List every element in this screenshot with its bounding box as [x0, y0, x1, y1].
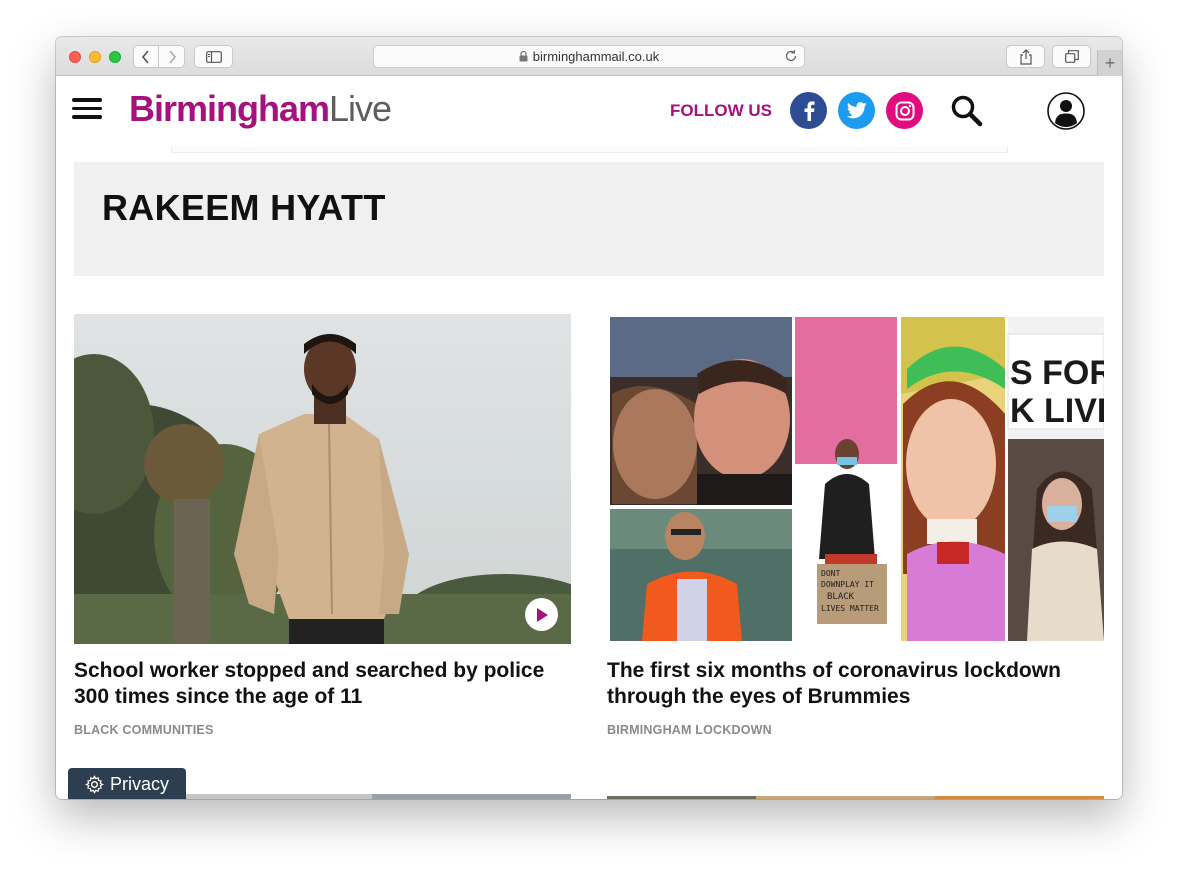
share-button[interactable] — [1006, 45, 1045, 68]
chevron-left-icon — [141, 49, 149, 64]
sign-text-line1: DONT — [821, 569, 840, 578]
privacy-settings-button[interactable]: Privacy — [68, 768, 186, 799]
zoom-window-button[interactable] — [109, 51, 121, 63]
site-logo[interactable]: BirminghamLive — [129, 88, 392, 130]
sign-text-line3: BLACK — [827, 592, 855, 602]
article-topic-tag[interactable]: BLACK COMMUNITIES — [74, 723, 571, 737]
advert-placeholder — [171, 146, 1008, 153]
twitter-icon — [846, 102, 867, 119]
sidebar-icon — [205, 50, 222, 63]
author-header: RAKEEM HYATT — [74, 162, 1104, 276]
site-header: BirminghamLive FOLLOW US — [56, 76, 1122, 146]
web-page: BirminghamLive FOLLOW US RAKEEM HYATT Sc… — [56, 76, 1122, 799]
search-button[interactable] — [950, 94, 984, 128]
tabs-icon — [1064, 50, 1079, 63]
show-tabs-button[interactable] — [1052, 45, 1091, 68]
article-photo-collage: DONT DOWNPLAY IT BLACK LIVES MATTER S FO… — [607, 314, 1104, 644]
account-button[interactable] — [1047, 92, 1085, 130]
facebook-button[interactable] — [790, 92, 827, 129]
play-icon — [536, 607, 548, 622]
author-name: RAKEEM HYATT — [102, 187, 386, 228]
lock-icon — [519, 51, 528, 62]
url-text: birminghammail.co.uk — [532, 49, 660, 64]
share-icon — [1019, 48, 1032, 65]
banner-text-line1: S FOR — [1010, 354, 1104, 392]
article-image[interactable]: DONT DOWNPLAY IT BLACK LIVES MATTER S FO… — [607, 314, 1104, 644]
menu-icon[interactable] — [72, 98, 102, 122]
chevron-right-icon — [168, 49, 176, 64]
next-article-image[interactable] — [607, 796, 1104, 799]
instagram-button[interactable] — [886, 92, 923, 129]
close-window-button[interactable] — [69, 51, 81, 63]
instagram-icon — [895, 101, 914, 120]
new-tab-button[interactable]: + — [1097, 50, 1122, 76]
privacy-label: Privacy — [109, 773, 169, 794]
user-icon — [1047, 92, 1085, 130]
play-video-button[interactable] — [525, 598, 558, 631]
article-card[interactable]: School worker stopped and searched by po… — [74, 314, 571, 737]
article-image[interactable] — [74, 314, 571, 644]
twitter-button[interactable] — [838, 92, 875, 129]
minimize-window-button[interactable] — [89, 51, 101, 63]
sign-text-line2: DOWNPLAY IT — [821, 580, 874, 589]
gear-icon — [85, 774, 104, 794]
reload-icon[interactable] — [784, 49, 798, 63]
article-title[interactable]: The first six months of coronavirus lock… — [607, 658, 1104, 710]
sidebar-toggle-button[interactable] — [194, 45, 233, 68]
search-icon — [951, 95, 983, 127]
sign-text-line4: LIVES MATTER — [821, 604, 879, 613]
banner-text-line2: K LIVE — [1010, 392, 1104, 430]
facebook-icon — [804, 100, 815, 121]
article-card[interactable]: DONT DOWNPLAY IT BLACK LIVES MATTER S FO… — [607, 314, 1104, 737]
article-photo-man-in-jacket — [74, 314, 571, 644]
follow-us-label: FOLLOW US — [670, 101, 772, 120]
back-button[interactable] — [133, 45, 159, 68]
address-bar[interactable]: birminghammail.co.uk — [373, 45, 805, 68]
browser-window: birminghammail.co.uk + BirminghamLive FO… — [56, 37, 1122, 799]
logo-part-birmingham: Birmingham — [129, 88, 330, 129]
logo-part-live: Live — [329, 88, 392, 129]
forward-button[interactable] — [159, 45, 185, 68]
article-topic-tag[interactable]: BIRMINGHAM LOCKDOWN — [607, 723, 1104, 737]
article-title[interactable]: School worker stopped and searched by po… — [74, 658, 571, 710]
plus-icon: + — [1104, 52, 1116, 73]
browser-toolbar: birminghammail.co.uk + — [56, 37, 1122, 76]
